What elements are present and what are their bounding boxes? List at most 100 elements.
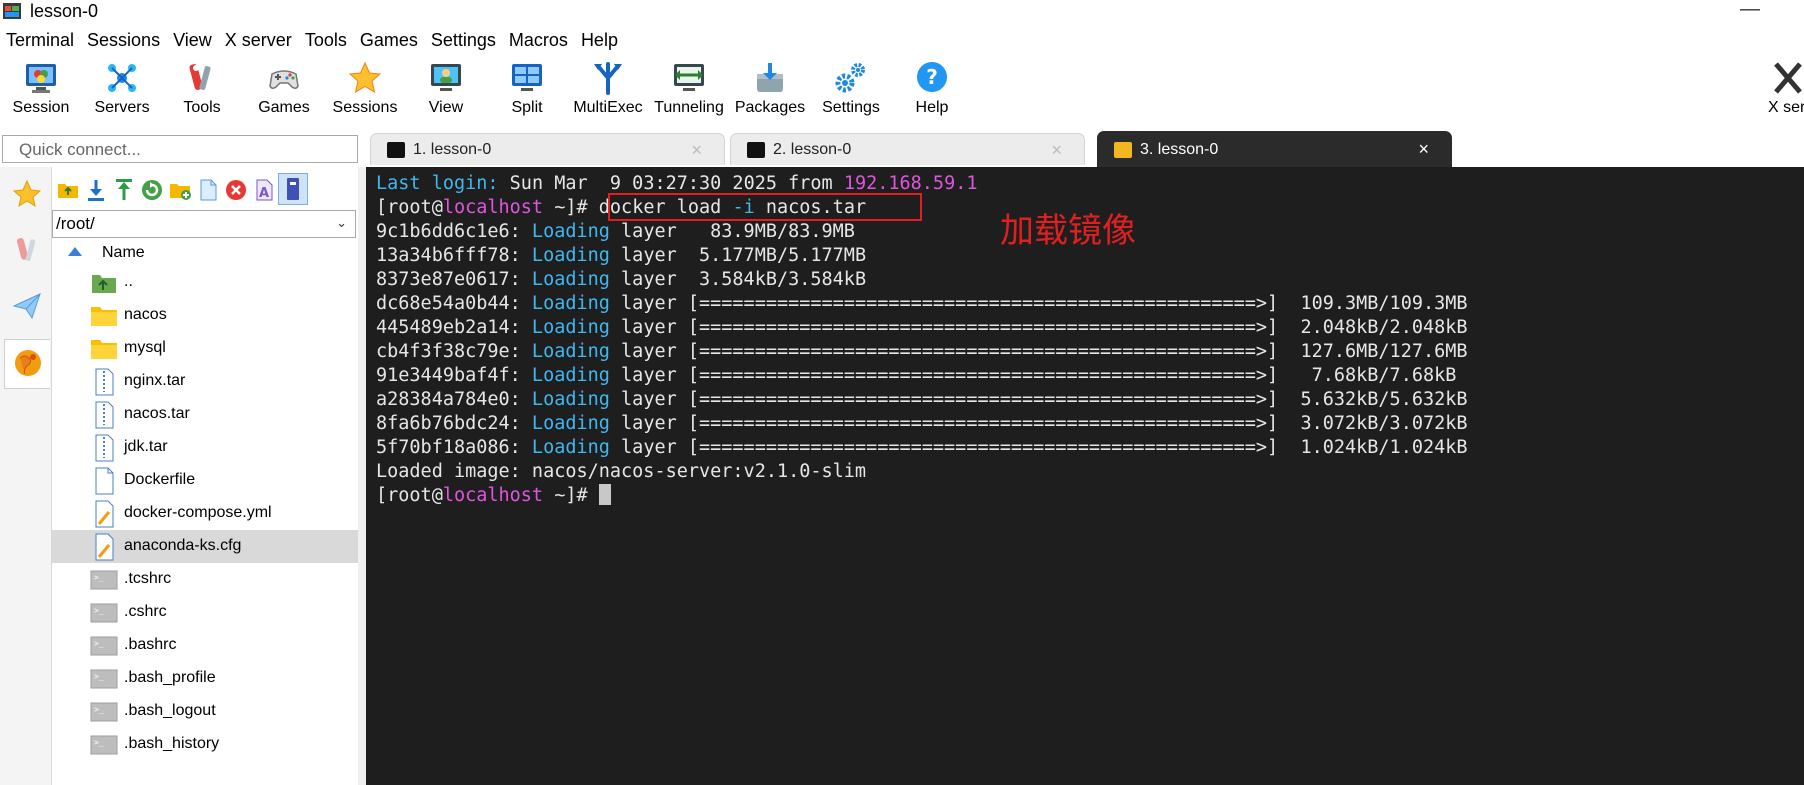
sidebar-sftp-button[interactable] xyxy=(4,283,50,333)
file-row-file[interactable]: Dockerfile xyxy=(52,464,358,497)
edit-file-icon xyxy=(95,500,114,528)
toolbar-view-button[interactable]: View xyxy=(406,58,486,126)
quick-connect-input[interactable] xyxy=(17,137,351,163)
menu-games[interactable]: Games xyxy=(354,26,425,56)
toolbar-tunneling-button[interactable]: Tunneling xyxy=(649,58,729,126)
new-file-icon[interactable] xyxy=(196,178,220,202)
minimize-button[interactable]: — xyxy=(1740,0,1760,21)
svg-text:>_: >_ xyxy=(94,738,104,747)
new-folder-icon[interactable] xyxy=(168,178,192,202)
sort-ascending-icon[interactable] xyxy=(68,247,82,256)
path-dropdown[interactable]: /root/ ⌄ xyxy=(52,210,356,238)
terminal-line-layer: 445489eb2a14: Loading layer [===========… xyxy=(376,317,1468,338)
star-icon xyxy=(12,179,42,208)
file-icon xyxy=(95,467,114,495)
file-name: .bash_profile xyxy=(124,669,216,686)
file-row-script[interactable]: >_ .bash_profile xyxy=(52,662,358,695)
sidebar-browser-button[interactable] xyxy=(4,339,50,389)
file-row-script[interactable]: >_ .bash_history xyxy=(52,728,358,761)
menu-tools[interactable]: Tools xyxy=(299,26,354,56)
file-name: anaconda-ks.cfg xyxy=(124,537,242,554)
quick-connect xyxy=(2,135,358,163)
toolbar-label: Sessions xyxy=(332,99,398,116)
file-row-archive[interactable]: nginx.tar xyxy=(52,365,358,398)
menu-x-server[interactable]: X server xyxy=(219,26,299,56)
toolbar-packages-button[interactable]: Packages xyxy=(730,58,810,126)
toolbar-multiexec-button[interactable]: MultiExec xyxy=(568,58,648,126)
tab-close-button[interactable]: × xyxy=(1418,139,1429,160)
file-row-script[interactable]: >_ .bashrc xyxy=(52,629,358,662)
file-row-script[interactable]: >_ .bash_logout xyxy=(52,695,358,728)
menu-sessions[interactable]: Sessions xyxy=(81,26,167,56)
toolbar-label: View xyxy=(428,99,464,116)
follow-folder-icon xyxy=(287,178,299,200)
script-file-icon: >_ xyxy=(90,669,118,689)
file-list-header: Name xyxy=(52,240,358,266)
tab-session-1[interactable]: 1. lesson-0 × xyxy=(370,133,725,165)
tab-close-button[interactable]: × xyxy=(691,140,702,161)
column-header-name[interactable]: Name xyxy=(102,244,145,262)
terminal-line-layer: cb4f3f38c79e: Loading layer [===========… xyxy=(376,341,1468,362)
file-list: .. nacos mysql nginx.tar nacos.tar jdk.t… xyxy=(52,266,358,761)
menu-settings[interactable]: Settings xyxy=(425,26,503,56)
sidebar-strip xyxy=(0,167,52,785)
tab-close-button[interactable]: × xyxy=(1051,140,1062,161)
download-icon[interactable] xyxy=(84,178,108,202)
tab-session-3[interactable]: 3. lesson-0 × xyxy=(1097,131,1452,167)
refresh-icon[interactable] xyxy=(140,178,164,202)
tools-icon xyxy=(16,238,36,261)
toolbar-games-button[interactable]: Games xyxy=(244,58,324,126)
file-name: Dockerfile xyxy=(124,471,196,488)
file-row-script[interactable]: >_ .tcshrc xyxy=(52,563,358,596)
key-icon xyxy=(747,142,765,158)
script-file-icon: >_ xyxy=(90,570,118,590)
parent-folder-icon[interactable] xyxy=(56,178,80,202)
pane-splitter[interactable] xyxy=(358,167,366,785)
window-title: lesson-0 xyxy=(30,1,99,21)
upload-icon[interactable] xyxy=(112,178,136,202)
sidebar-tools-button[interactable] xyxy=(4,227,50,277)
follow-terminal-button[interactable] xyxy=(278,173,308,205)
session-icon xyxy=(26,64,56,93)
session-tabs: 1. lesson-0 × 2. lesson-0 × 3. lesson-0 … xyxy=(362,131,1804,167)
archive-file-icon xyxy=(95,368,114,396)
file-name: .cshrc xyxy=(124,603,167,620)
toolbar-tools-button[interactable]: Tools xyxy=(162,58,242,126)
svg-text:?: ? xyxy=(926,65,938,89)
menu-terminal[interactable]: Terminal xyxy=(0,26,81,56)
key-icon xyxy=(387,142,405,158)
xserver-icon xyxy=(1774,62,1802,94)
file-row-script[interactable]: >_ .cshrc xyxy=(52,596,358,629)
file-row-folder[interactable]: nacos xyxy=(52,299,358,332)
tab-label: 1. lesson-0 xyxy=(413,141,492,158)
tab-session-2[interactable]: 2. lesson-0 × xyxy=(730,133,1085,165)
toolbar-settings-button[interactable]: Settings xyxy=(811,58,891,126)
path-value: /root/ xyxy=(56,214,95,233)
file-row-archive[interactable]: nacos.tar xyxy=(52,398,358,431)
toolbar-label: Split xyxy=(511,99,543,116)
toolbar-help-button[interactable]: ? Help xyxy=(892,58,972,126)
tools-icon xyxy=(189,64,211,90)
menu-help[interactable]: Help xyxy=(575,26,625,56)
delete-icon[interactable] xyxy=(224,178,248,202)
sidebar-sessions-button[interactable] xyxy=(4,171,50,221)
menu-view[interactable]: View xyxy=(167,26,219,56)
file-row-edit[interactable]: docker-compose.yml xyxy=(52,497,358,530)
toolbar-xserver-button[interactable]: X ser xyxy=(1752,58,1804,126)
file-row-parent[interactable]: .. xyxy=(52,266,358,299)
file-row-archive[interactable]: jdk.tar xyxy=(52,431,358,464)
toolbar-servers-button[interactable]: Servers xyxy=(82,58,162,126)
rename-icon[interactable]: A xyxy=(252,178,276,202)
file-row-folder[interactable]: mysql xyxy=(52,332,358,365)
file-name: nacos xyxy=(124,306,167,323)
terminal-line-layer: a28384a784e0: Loading layer [===========… xyxy=(376,389,1468,410)
toolbar-sessions-button[interactable]: Sessions xyxy=(325,58,405,126)
file-row-edit-selected[interactable]: anaconda-ks.cfg xyxy=(52,530,358,563)
command-highlight-box xyxy=(608,193,922,221)
terminal-pane[interactable]: Last login: Sun Mar 9 03:27:30 2025 from… xyxy=(366,167,1804,785)
toolbar-label: Settings xyxy=(822,99,880,116)
toolbar-session-button[interactable]: Session xyxy=(1,58,81,126)
toolbar-split-button[interactable]: Split xyxy=(487,58,567,126)
key-icon xyxy=(1114,142,1132,158)
menu-macros[interactable]: Macros xyxy=(503,26,575,56)
